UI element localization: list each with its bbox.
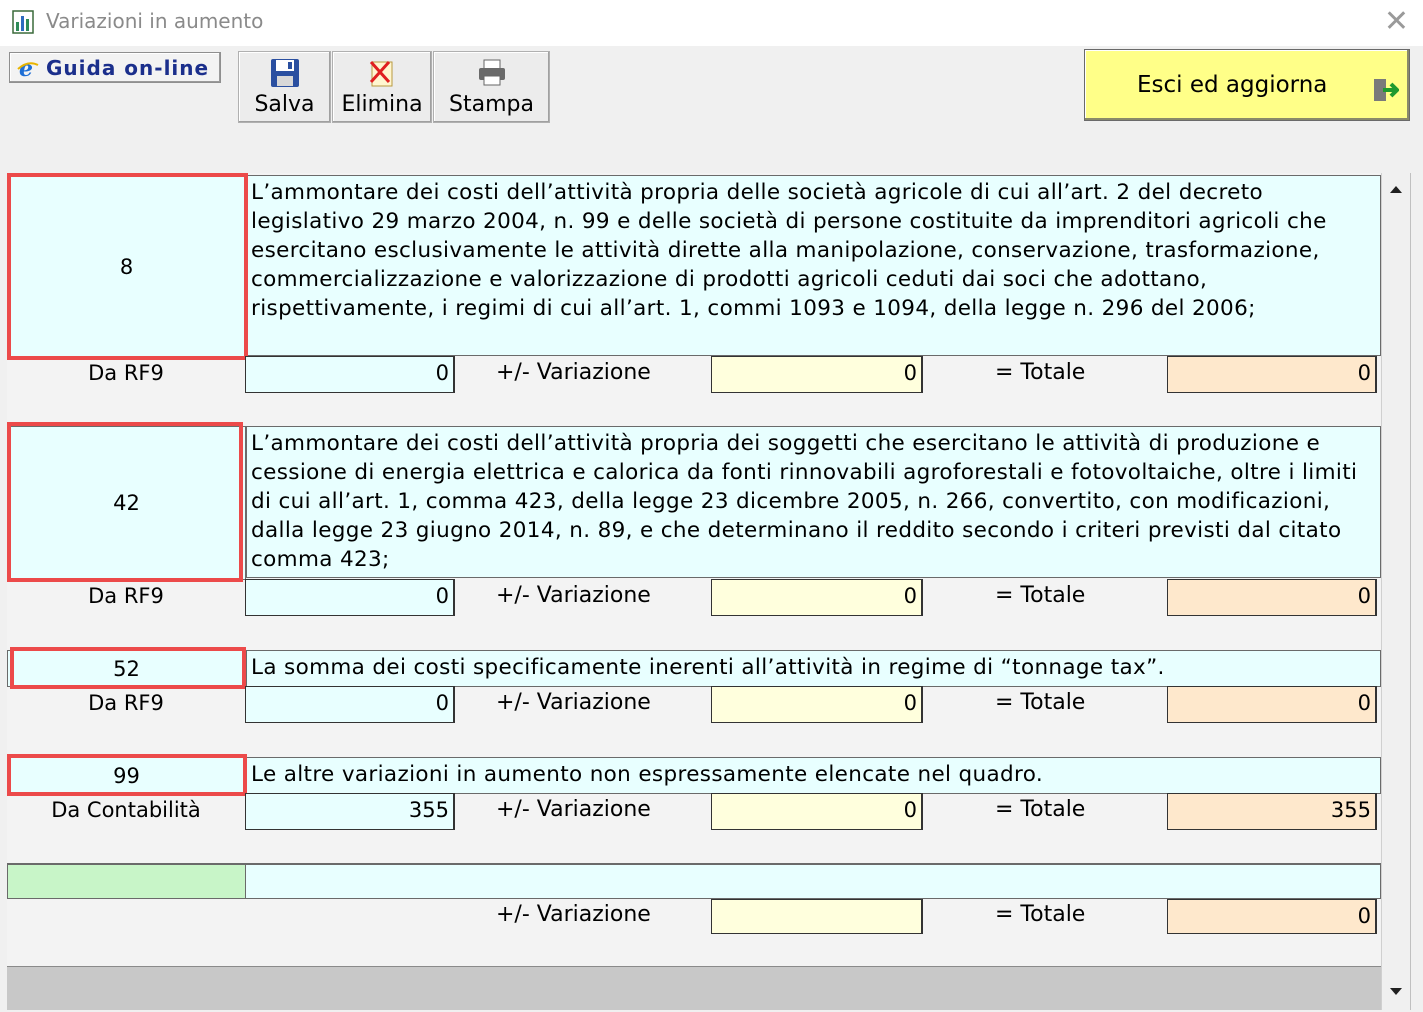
scroll-down-arrow-icon[interactable] xyxy=(1382,978,1410,1006)
row-description: Le altre variazioni in aumento non espre… xyxy=(246,757,1381,794)
close-icon[interactable]: ✕ xyxy=(1384,4,1409,40)
variazione-input[interactable]: 0 xyxy=(711,793,923,830)
variazione-input[interactable]: 0 xyxy=(711,686,923,723)
source-value-field[interactable]: 355 xyxy=(245,793,455,830)
row-description: L’ammontare dei costi dell’attività prop… xyxy=(246,175,1381,356)
source-value-field[interactable]: 0 xyxy=(245,686,455,723)
print-button[interactable]: Stampa xyxy=(433,51,550,123)
source-value-field[interactable]: 0 xyxy=(245,579,455,616)
guida-online-label: Guida on-line xyxy=(46,55,210,80)
row-highlight-frame xyxy=(7,754,247,796)
totale-label: = Totale xyxy=(995,690,1086,715)
variazioni-list: 8 L’ammontare dei costi dell’attività pr… xyxy=(7,173,1381,1010)
delete-label: Elimina xyxy=(341,92,423,117)
browser-icon: e xyxy=(17,56,39,80)
variazione-input[interactable] xyxy=(711,899,923,934)
print-label: Stampa xyxy=(449,92,534,117)
row-description: L’ammontare dei costi dell’attività prop… xyxy=(246,426,1381,578)
save-button[interactable]: Salva xyxy=(238,51,331,123)
delete-button[interactable]: Elimina xyxy=(332,51,432,123)
vertical-scrollbar[interactable] xyxy=(1381,173,1411,1010)
totale-label: = Totale xyxy=(995,797,1086,822)
totale-field: 355 xyxy=(1167,793,1377,830)
totale-field: 0 xyxy=(1167,579,1377,616)
save-label: Salva xyxy=(254,92,315,117)
variazione-label: +/- Variazione xyxy=(496,583,651,608)
variazione-input[interactable]: 0 xyxy=(711,579,923,616)
totale-field: 0 xyxy=(1167,899,1377,934)
totale-label: = Totale xyxy=(995,360,1086,385)
variazione-label: +/- Variazione xyxy=(496,690,651,715)
window-title: Variazioni in aumento xyxy=(46,9,264,33)
variazione-label: +/- Variazione xyxy=(496,797,651,822)
delete-document-icon xyxy=(369,60,393,87)
title-bar: Variazioni in aumento ✕ xyxy=(0,0,1423,46)
exit-label: Esci ed aggiorna xyxy=(1137,72,1328,98)
source-value-field[interactable]: 0 xyxy=(245,356,455,393)
guida-online-button[interactable]: e Guida on-line xyxy=(9,52,221,83)
scroll-up-arrow-icon[interactable] xyxy=(1382,175,1410,203)
chart-app-icon xyxy=(12,10,34,34)
row-highlight-frame xyxy=(7,173,248,360)
totale-label: = Totale xyxy=(995,583,1086,608)
source-label: Da RF9 xyxy=(88,361,164,385)
svg-text:e: e xyxy=(19,56,34,80)
source-label: Da RF9 xyxy=(88,691,164,715)
floppy-disk-icon xyxy=(270,59,299,87)
variazione-input[interactable]: 0 xyxy=(711,356,923,393)
source-label: Da Contabilità xyxy=(51,798,201,822)
row-highlight-frame xyxy=(10,647,246,689)
printer-icon xyxy=(478,59,505,86)
row-description: La somma dei costi specificamente ineren… xyxy=(246,650,1381,687)
totale-label: = Totale xyxy=(995,902,1086,927)
row-highlight-frame xyxy=(7,422,243,582)
exit-and-update-button[interactable]: Esci ed aggiorna xyxy=(1084,49,1410,121)
variazione-label: +/- Variazione xyxy=(496,360,651,385)
bottom-status-bar xyxy=(7,966,1381,1010)
scroll-thumb[interactable] xyxy=(1383,203,1409,227)
extra-code-cell[interactable] xyxy=(7,864,246,899)
source-label: Da RF9 xyxy=(88,584,164,608)
extra-description-cell[interactable] xyxy=(245,864,1381,899)
variazione-label: +/- Variazione xyxy=(496,902,651,927)
exit-door-icon xyxy=(1374,79,1399,101)
totale-field: 0 xyxy=(1167,356,1377,393)
totale-field: 0 xyxy=(1167,686,1377,723)
